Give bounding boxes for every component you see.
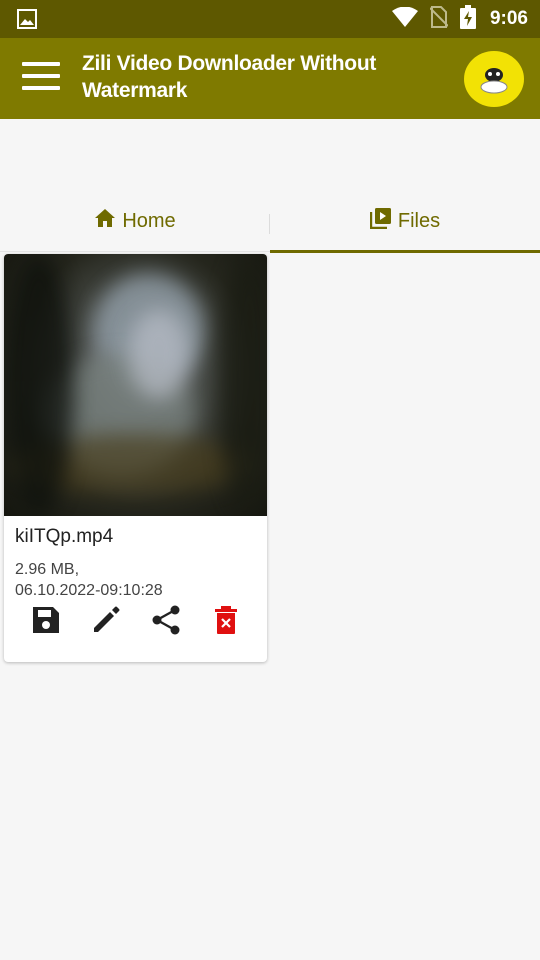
delete-icon[interactable]: [208, 602, 244, 638]
file-size: 2.96 MB,: [15, 561, 80, 578]
save-icon[interactable]: [28, 602, 64, 638]
share-icon[interactable]: [148, 602, 184, 638]
file-meta: 2.96 MB, 06.10.2022-09:10:28: [15, 559, 163, 601]
wifi-icon: [391, 6, 418, 32]
file-date: 06.10.2022-09:10:28: [15, 582, 163, 599]
status-bar: 9:06: [0, 0, 540, 38]
no-sim-icon: [429, 5, 449, 33]
app-bar: Zili Video Downloader Without Watermark: [0, 38, 540, 119]
tab-files-label: Files: [397, 209, 441, 232]
file-name: kiITQp.mp4: [15, 526, 114, 547]
app-title: Zili Video Downloader Without Watermark: [82, 52, 377, 102]
home-icon: [94, 208, 116, 234]
file-actions: [4, 602, 267, 638]
edit-icon[interactable]: [88, 602, 124, 638]
status-time: 9:06: [489, 8, 528, 29]
tab-files[interactable]: Files: [270, 190, 540, 253]
tab-home[interactable]: Home: [0, 190, 270, 252]
tab-home-label: Home: [122, 209, 176, 232]
hamburger-menu-icon[interactable]: [20, 62, 62, 94]
video-library-icon: [369, 207, 392, 235]
battery-charging-icon: [459, 4, 476, 34]
video-thumbnail[interactable]: [4, 254, 267, 516]
file-card[interactable]: kiITQp.mp4 2.96 MB, 06.10.2022-09:10:28: [4, 254, 267, 662]
image-icon: [17, 9, 37, 34]
avatar-icon[interactable]: [464, 51, 524, 107]
tab-bar: Home Files: [0, 190, 540, 253]
